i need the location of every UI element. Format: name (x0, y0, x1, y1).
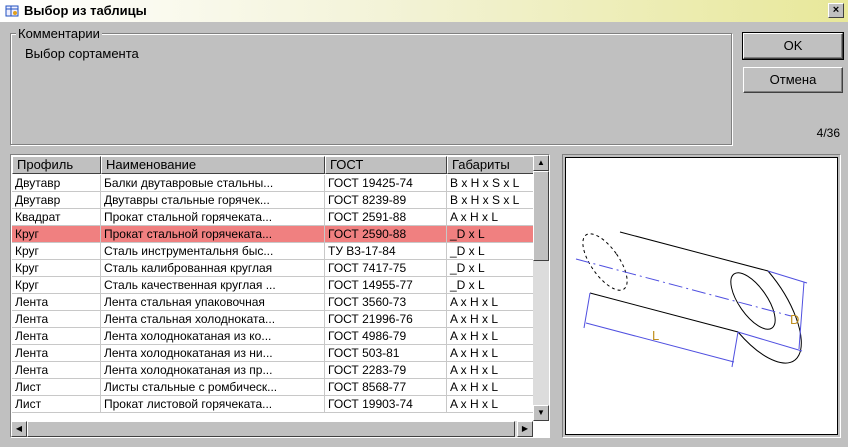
arrow-right-icon[interactable]: ▶ (517, 421, 533, 437)
diameter-label: D (790, 312, 799, 327)
profile-preview-panel: L D (562, 154, 841, 438)
table-cell: Двутавры стальные горячек... (101, 192, 325, 209)
table-cell: Лента (12, 294, 101, 311)
table-cell: A x H x L (447, 209, 535, 226)
table-cell: Сталь инструментальня быс... (101, 243, 325, 260)
table-row[interactable]: Лента Лента холоднокатаная из пр... ГОСТ 2… (12, 362, 535, 379)
table-cell: Лента (12, 311, 101, 328)
table-cell: Сталь калиброванная круглая (101, 260, 325, 277)
table-cell: ГОСТ 14955-77 (325, 277, 447, 294)
table-cell: Лист (12, 379, 101, 396)
table-cell: Листы стальные с ромбическ... (101, 379, 325, 396)
table-cell: _D x L (447, 277, 535, 294)
profile-preview-canvas: L D (565, 157, 838, 435)
comments-legend: Комментарии (16, 26, 102, 41)
table-row[interactable]: Круг Прокат стальной горячеката... ГОСТ 25… (12, 226, 535, 243)
table-cell: Лента (12, 345, 101, 362)
table-cell: A x H x L (447, 311, 535, 328)
table-cell: Сталь качественная круглая ... (101, 277, 325, 294)
table-cell: A x H x L (447, 379, 535, 396)
arrow-down-icon[interactable]: ▼ (533, 405, 549, 421)
table-row[interactable]: Лента Лента холоднокатаная из ни... ГОСТ 5… (12, 345, 535, 362)
table-cell: ГОСТ 8568-77 (325, 379, 447, 396)
column-header-name[interactable]: Наименование (101, 156, 325, 174)
table-cell: _D x L (447, 226, 535, 243)
table-cell: ГОСТ 3560-73 (325, 294, 447, 311)
table-cell: ГОСТ 19425-74 (325, 175, 447, 192)
table-cell: Прокат стальной горячеката... (101, 226, 325, 243)
table-cell: Лента (12, 362, 101, 379)
page-counter: 4/36 (816, 126, 840, 140)
table-row[interactable]: Круг Сталь калиброванная круглая ГОСТ 7417… (12, 260, 535, 277)
table-cell: A x H x L (447, 362, 535, 379)
window-title: Выбор из таблицы (24, 3, 147, 18)
column-header-gost[interactable]: ГОСТ (325, 156, 447, 174)
table-cell: A x H x L (447, 294, 535, 311)
profile-table: Профиль Наименование ГОСТ Габариты Двута… (10, 154, 550, 438)
column-header-profile[interactable]: Профиль (12, 156, 101, 174)
table-cell: Лента стальная холодноката... (101, 311, 325, 328)
comments-text: Выбор сортамента (25, 46, 139, 61)
length-label: L (652, 328, 659, 343)
table-cell: Двутавр (12, 192, 101, 209)
table-cell: ГОСТ 7417-75 (325, 260, 447, 277)
table-cell: ГОСТ 21996-76 (325, 311, 447, 328)
table-cell: Лента стальная упаковочная (101, 294, 325, 311)
table-cell: B x H x S x L (447, 175, 535, 192)
table-row[interactable]: Лента Лента холоднокатаная из ко... ГОСТ 4… (12, 328, 535, 345)
table-cell: Лента холоднокатаная из пр... (101, 362, 325, 379)
table-cell: Квадрат (12, 209, 101, 226)
ok-button[interactable]: OK (742, 32, 844, 60)
table-cell: Прокат стальной горячеката... (101, 209, 325, 226)
app-table-icon (5, 5, 19, 17)
round-bar-drawing: L D (575, 231, 808, 368)
table-cell: ГОСТ 8239-89 (325, 192, 447, 209)
table-cell: Лента холоднокатаная из ни... (101, 345, 325, 362)
table-cell: ТУ В3-17-84 (325, 243, 447, 260)
table-row[interactable]: Лист Прокат листовой горячеката... ГОСТ 19… (12, 396, 535, 413)
table-header: Профиль Наименование ГОСТ Габариты (12, 156, 535, 174)
table-row[interactable]: Лента Лента стальная холодноката... ГОСТ 2… (12, 311, 535, 328)
cancel-button[interactable]: Отмена (743, 67, 843, 93)
table-cell: Круг (12, 243, 101, 260)
title-bar: Выбор из таблицы × (0, 0, 848, 22)
table-cell: Лента (12, 328, 101, 345)
horizontal-scrollbar[interactable]: ◀ ▶ (11, 421, 533, 437)
table-cell: ГОСТ 2283-79 (325, 362, 447, 379)
column-header-dimensions[interactable]: Габариты (447, 156, 535, 174)
table-cell: A x H x L (447, 328, 535, 345)
horizontal-scroll-thumb[interactable] (27, 421, 515, 437)
close-button[interactable]: × (828, 3, 844, 18)
table-body: Двутавр Балки двутавровые стальны... ГОСТ … (12, 175, 535, 413)
table-cell: ГОСТ 2591-88 (325, 209, 447, 226)
arrow-up-icon[interactable]: ▲ (533, 155, 549, 171)
table-cell: _D x L (447, 243, 535, 260)
table-row[interactable]: Круг Сталь инструментальня быс... ТУ В3-17… (12, 243, 535, 260)
table-cell: B x H x S x L (447, 192, 535, 209)
table-row[interactable]: Круг Сталь качественная круглая ... ГОСТ 1… (12, 277, 535, 294)
table-row[interactable]: Лента Лента стальная упаковочная ГОСТ 3560… (12, 294, 535, 311)
arrow-left-icon[interactable]: ◀ (11, 421, 27, 437)
vertical-scroll-thumb[interactable] (533, 171, 549, 261)
table-cell: A x H x L (447, 396, 535, 413)
table-cell: Круг (12, 260, 101, 277)
table-cell: Прокат листовой горячеката... (101, 396, 325, 413)
table-cell: Двутавр (12, 175, 101, 192)
table-cell: Круг (12, 226, 101, 243)
table-row[interactable]: Квадрат Прокат стальной горячеката... ГОСТ… (12, 209, 535, 226)
table-row[interactable]: Двутавр Балки двутавровые стальны... ГОСТ … (12, 175, 535, 192)
vertical-scrollbar[interactable]: ▲ ▼ (533, 155, 549, 421)
table-cell: _D x L (447, 260, 535, 277)
table-row[interactable]: Лист Листы стальные с ромбическ... ГОСТ 85… (12, 379, 535, 396)
table-cell: Лента холоднокатаная из ко... (101, 328, 325, 345)
table-row[interactable]: Двутавр Двутавры стальные горячек... ГОСТ … (12, 192, 535, 209)
table-cell: ГОСТ 19903-74 (325, 396, 447, 413)
table-cell: A x H x L (447, 345, 535, 362)
table-cell: ГОСТ 2590-88 (325, 226, 447, 243)
table-cell: Балки двутавровые стальны... (101, 175, 325, 192)
table-cell: ГОСТ 503-81 (325, 345, 447, 362)
table-cell: ГОСТ 4986-79 (325, 328, 447, 345)
table-cell: Лист (12, 396, 101, 413)
table-cell: Круг (12, 277, 101, 294)
